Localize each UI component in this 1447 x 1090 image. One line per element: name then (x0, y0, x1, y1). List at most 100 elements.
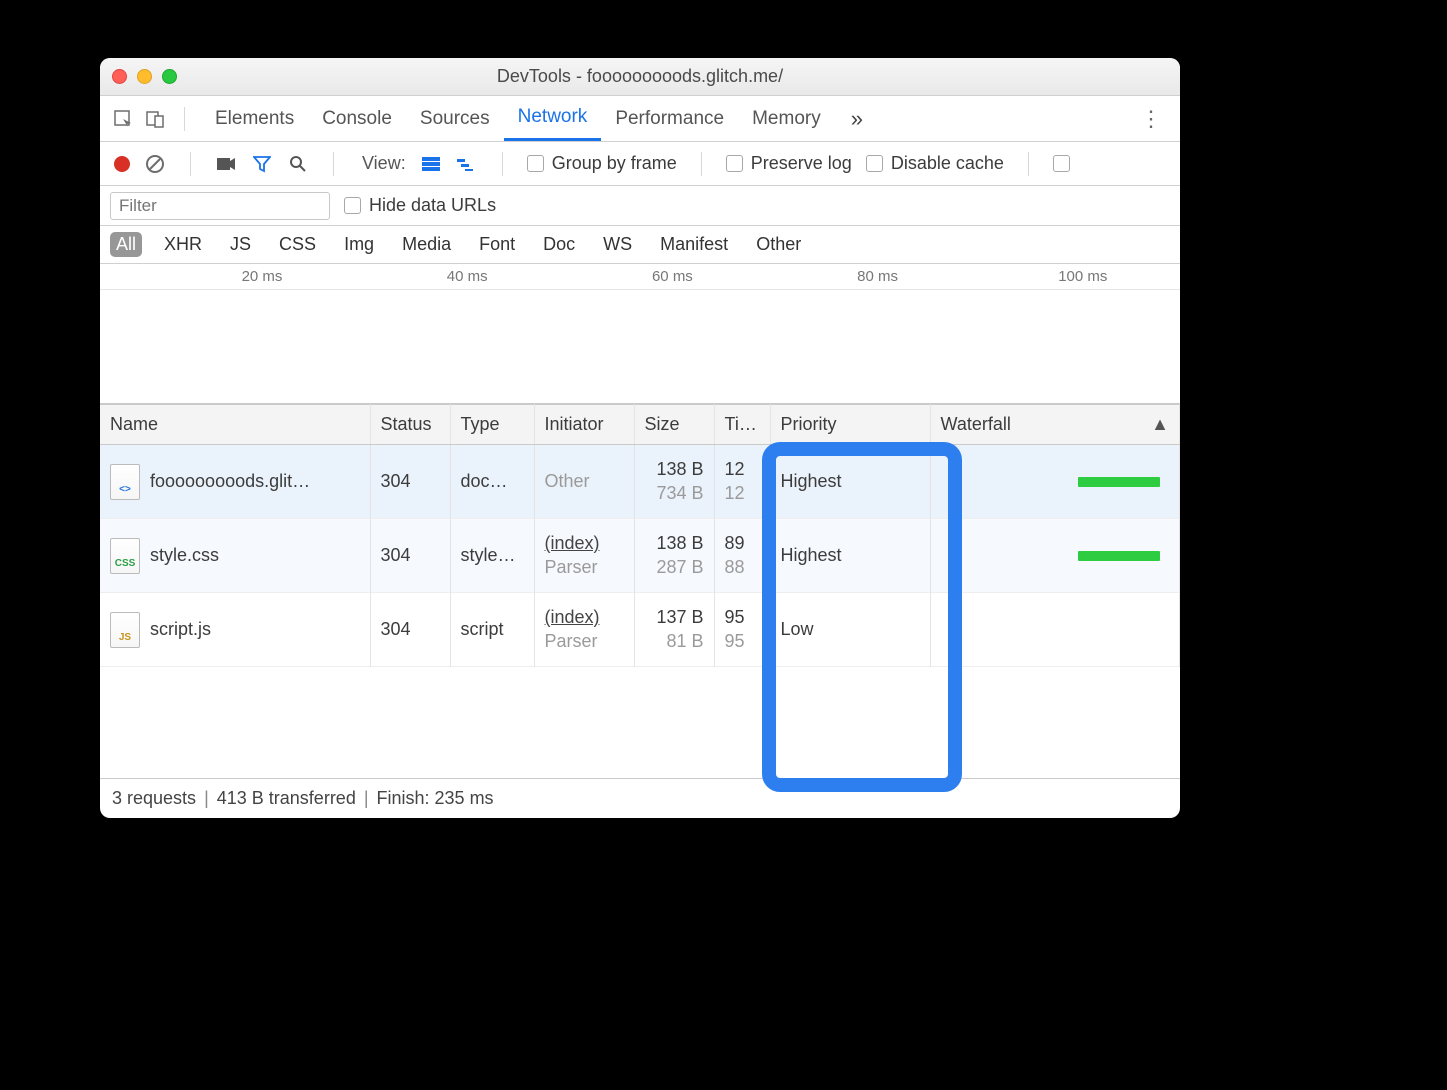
cell-priority: Highest (770, 519, 930, 593)
type-media[interactable]: Media (396, 232, 457, 257)
device-toggle-icon[interactable] (142, 106, 168, 132)
col-time[interactable]: Time (714, 405, 770, 445)
type-other[interactable]: Other (750, 232, 807, 257)
kebab-menu-icon[interactable]: ⋮ (1132, 106, 1170, 132)
cell-status: 304 (370, 593, 450, 667)
disable-cache-checkbox[interactable]: Disable cache (866, 153, 1004, 174)
divider (184, 107, 185, 131)
col-priority[interactable]: Priority (770, 405, 930, 445)
preserve-log-checkbox[interactable]: Preserve log (726, 153, 852, 174)
type-doc[interactable]: Doc (537, 232, 581, 257)
tab-performance[interactable]: Performance (601, 96, 738, 141)
table-header-row: Name Status Type Initiator Size Time Pri… (100, 405, 1180, 445)
cell-waterfall (930, 593, 1180, 667)
checkbox-icon[interactable] (726, 155, 743, 172)
checkbox-icon[interactable] (527, 155, 544, 172)
search-icon[interactable] (287, 153, 309, 175)
cell-size: 138 B287 B (634, 519, 714, 593)
network-table: Name Status Type Initiator Size Time Pri… (100, 404, 1180, 778)
minimize-icon[interactable] (137, 69, 152, 84)
network-toolbar: View: Group by frame Preserve log Disabl… (100, 142, 1180, 186)
col-waterfall[interactable]: Waterfall▲ (930, 405, 1180, 445)
doc-file-icon: <> (110, 464, 140, 500)
type-js[interactable]: JS (224, 232, 257, 257)
tab-console[interactable]: Console (308, 96, 406, 141)
timeline-tick: 20 ms (242, 268, 283, 285)
timeline-overview[interactable]: 20 ms40 ms60 ms80 ms100 ms (100, 264, 1180, 404)
status-requests: 3 requests (112, 788, 196, 809)
view-label: View: (362, 153, 406, 174)
cell-waterfall (930, 445, 1180, 519)
cell-size: 138 B734 B (634, 445, 714, 519)
sort-asc-icon: ▲ (1151, 414, 1169, 435)
type-xhr[interactable]: XHR (158, 232, 208, 257)
timeline-tick: 60 ms (652, 268, 693, 285)
hide-data-urls-checkbox[interactable]: Hide data URLs (344, 195, 496, 216)
group-by-frame-checkbox[interactable]: Group by frame (527, 153, 677, 174)
cell-status: 304 (370, 519, 450, 593)
type-img[interactable]: Img (338, 232, 380, 257)
resource-types: All XHR JS CSS Img Media Font Doc WS Manifest Othe… (100, 226, 1180, 264)
waterfall-bar (1078, 477, 1160, 487)
table-row[interactable]: JS script.js304script(index)Parser137 B8… (100, 593, 1180, 667)
tabs-container: ElementsConsoleSourcesNetworkPerformance… (201, 96, 835, 141)
preserve-log-label: Preserve log (751, 153, 852, 174)
col-size[interactable]: Size (634, 405, 714, 445)
js-file-icon: JS (110, 612, 140, 648)
type-all[interactable]: All (110, 232, 142, 257)
zoom-icon[interactable] (162, 69, 177, 84)
timeline-tick: 80 ms (857, 268, 898, 285)
checkbox-icon[interactable] (866, 155, 883, 172)
type-font[interactable]: Font (473, 232, 521, 257)
col-status[interactable]: Status (370, 405, 450, 445)
cell-size: 137 B81 B (634, 593, 714, 667)
filter-input[interactable] (110, 192, 330, 220)
tab-network[interactable]: Network (504, 96, 602, 141)
status-transferred: 413 B transferred (217, 788, 356, 809)
tabs-overflow-icon[interactable]: » (841, 106, 873, 132)
cell-type: doc… (450, 445, 534, 519)
tab-sources[interactable]: Sources (406, 96, 504, 141)
traffic-lights (112, 69, 177, 84)
type-css[interactable]: CSS (273, 232, 322, 257)
cell-waterfall (930, 519, 1180, 593)
tab-memory[interactable]: Memory (738, 96, 835, 141)
tab-elements[interactable]: Elements (201, 96, 308, 141)
cell-type: style… (450, 519, 534, 593)
checkbox-icon[interactable] (1053, 155, 1070, 172)
checkbox-icon[interactable] (344, 197, 361, 214)
devtools-window: DevTools - fooooooooods.glitch.me/ Eleme… (100, 58, 1180, 818)
cell-time: 8988 (714, 519, 770, 593)
cell-priority: Highest (770, 445, 930, 519)
filter-row: Hide data URLs (100, 186, 1180, 226)
cell-time: 9595 (714, 593, 770, 667)
cell-type: script (450, 593, 534, 667)
camera-icon[interactable] (215, 153, 237, 175)
large-rows-icon[interactable] (420, 153, 442, 175)
record-icon[interactable] (114, 156, 130, 172)
table-row[interactable]: CSS style.css304style…(index)Parser138 B… (100, 519, 1180, 593)
inspect-icon[interactable] (110, 106, 136, 132)
timeline-tick: 40 ms (447, 268, 488, 285)
request-name: script.js (150, 619, 211, 640)
divider (190, 152, 191, 176)
type-ws[interactable]: WS (597, 232, 638, 257)
disable-cache-label: Disable cache (891, 153, 1004, 174)
table-row[interactable]: <> fooooooooods.glit…304doc…Other138 B73… (100, 445, 1180, 519)
status-finish: Finish: 235 ms (377, 788, 494, 809)
request-name: style.css (150, 545, 219, 566)
col-initiator[interactable]: Initiator (534, 405, 634, 445)
col-name[interactable]: Name (100, 405, 370, 445)
close-icon[interactable] (112, 69, 127, 84)
initiator-link[interactable]: (index) (545, 533, 600, 553)
col-type[interactable]: Type (450, 405, 534, 445)
divider (1028, 152, 1029, 176)
cell-priority: Low (770, 593, 930, 667)
overview-icon[interactable] (456, 153, 478, 175)
filter-icon[interactable] (251, 153, 273, 175)
initiator-link[interactable]: (index) (545, 607, 600, 627)
clear-icon[interactable] (144, 153, 166, 175)
type-manifest[interactable]: Manifest (654, 232, 734, 257)
divider (701, 152, 702, 176)
cell-initiator: Other (545, 471, 590, 491)
